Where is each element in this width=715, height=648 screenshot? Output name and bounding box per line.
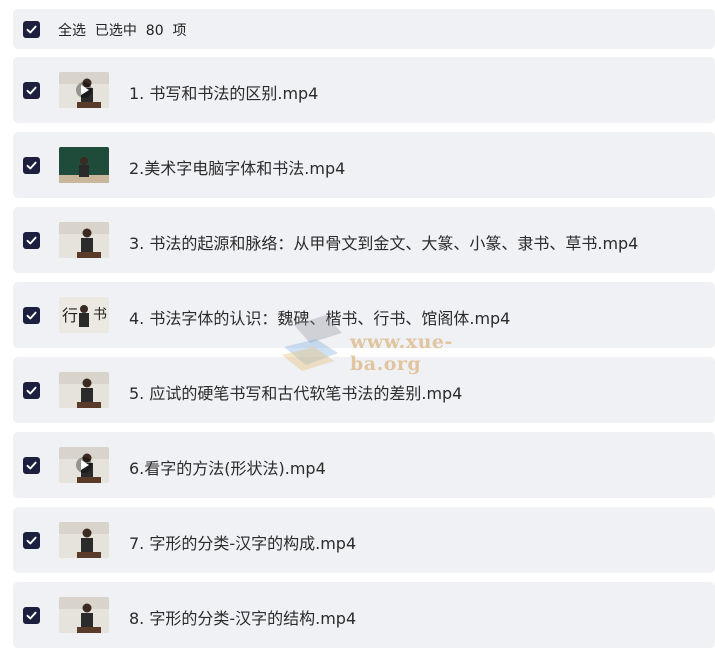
- video-thumbnail-image: [59, 372, 109, 408]
- selection-count-label: 全选 已选中 80 项: [58, 23, 187, 39]
- file-name[interactable]: 7. 字形的分类-汉字的构成.mp4: [129, 530, 356, 554]
- file-row[interactable]: 3. 书法的起源和脉络：从甲骨文到金文、大篆、小篆、隶书、草书.mp4: [13, 207, 715, 273]
- file-name[interactable]: 3. 书法的起源和脉络：从甲骨文到金文、大篆、小篆、隶书、草书.mp4: [129, 230, 638, 254]
- svg-text:书: 书: [93, 307, 107, 323]
- file-checkbox[interactable]: [23, 532, 40, 549]
- file-checkbox[interactable]: [23, 232, 40, 249]
- file-name[interactable]: 2.美术字电脑字体和书法.mp4: [129, 155, 345, 179]
- checkmark-icon: [26, 311, 37, 320]
- file-row[interactable]: 行书 4. 书法字体的认识：魏碑、楷书、行书、馆阁体.mp4: [13, 282, 715, 348]
- checkmark-icon: [26, 25, 37, 34]
- video-thumbnail-image: 行书: [59, 297, 109, 333]
- file-name[interactable]: 1. 书写和书法的区别.mp4: [129, 80, 318, 104]
- video-thumbnail[interactable]: [59, 222, 109, 258]
- video-thumbnail[interactable]: [59, 372, 109, 408]
- video-thumbnail[interactable]: 行书: [59, 297, 109, 333]
- file-row[interactable]: 1. 书写和书法的区别.mp4: [13, 57, 715, 123]
- file-name[interactable]: 6.看字的方法(形状法).mp4: [129, 455, 326, 479]
- checkmark-icon: [26, 461, 37, 470]
- file-selection-list: 全选 已选中 80 项 1. 书写和书法的区别.mp4 2.美术字电脑字体和书法.…: [0, 0, 715, 648]
- checkmark-icon: [26, 386, 37, 395]
- video-thumbnail-image: [59, 597, 109, 633]
- checkmark-icon: [26, 236, 37, 245]
- checkmark-icon: [26, 86, 37, 95]
- file-name[interactable]: 8. 字形的分类-汉字的结构.mp4: [129, 605, 356, 629]
- file-checkbox[interactable]: [23, 82, 40, 99]
- file-name[interactable]: 5. 应试的硬笔书写和古代软笔书法的差别.mp4: [129, 380, 462, 404]
- video-thumbnail-image: [59, 522, 109, 558]
- video-thumbnail[interactable]: [59, 522, 109, 558]
- select-all-checkbox[interactable]: [23, 21, 40, 38]
- file-checkbox[interactable]: [23, 382, 40, 399]
- video-thumbnail[interactable]: [59, 72, 109, 108]
- video-thumbnail-image: [59, 447, 109, 483]
- video-thumbnail-image: [59, 222, 109, 258]
- select-all-bar: 全选 已选中 80 项: [13, 9, 715, 49]
- checkmark-icon: [26, 611, 37, 620]
- file-checkbox[interactable]: [23, 457, 40, 474]
- file-row[interactable]: 8. 字形的分类-汉字的结构.mp4: [13, 582, 715, 648]
- file-row[interactable]: 2.美术字电脑字体和书法.mp4: [13, 132, 715, 198]
- video-thumbnail[interactable]: [59, 147, 109, 183]
- file-row[interactable]: 5. 应试的硬笔书写和古代软笔书法的差别.mp4: [13, 357, 715, 423]
- video-thumbnail-image: [59, 147, 109, 183]
- file-checkbox[interactable]: [23, 307, 40, 324]
- video-thumbnail-image: [59, 72, 109, 108]
- file-checkbox[interactable]: [23, 607, 40, 624]
- video-thumbnail[interactable]: [59, 447, 109, 483]
- checkmark-icon: [26, 161, 37, 170]
- svg-text:行: 行: [62, 306, 78, 325]
- file-row[interactable]: 7. 字形的分类-汉字的构成.mp4: [13, 507, 715, 573]
- file-checkbox[interactable]: [23, 157, 40, 174]
- video-thumbnail[interactable]: [59, 597, 109, 633]
- file-name[interactable]: 4. 书法字体的认识：魏碑、楷书、行书、馆阁体.mp4: [129, 305, 510, 329]
- file-row[interactable]: 6.看字的方法(形状法).mp4: [13, 432, 715, 498]
- checkmark-icon: [26, 536, 37, 545]
